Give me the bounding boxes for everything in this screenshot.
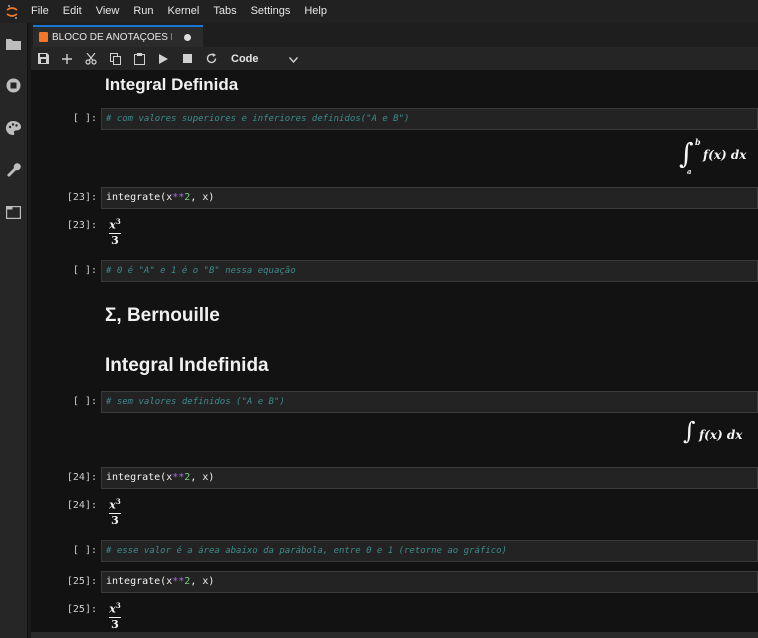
fraction-denominator: 3: [111, 513, 119, 527]
output-fraction: x3 3: [109, 497, 121, 527]
code-comment: # esse valor é a área abaixo da parábola…: [106, 546, 507, 556]
menu-tabs[interactable]: Tabs: [206, 0, 243, 23]
code-rest: , x): [190, 472, 215, 483]
running-kernels-icon[interactable]: [5, 77, 22, 94]
cell-prompt: [ ]:: [72, 396, 97, 407]
tab-bar: BLOCO DE ANOTAÇOES Mo: [31, 23, 758, 47]
notebook-panel: Integral Definida [ ]: # com valores sup…: [31, 71, 758, 638]
code-fn: integrate(: [106, 576, 167, 587]
cell-prompt: [ ]:: [72, 113, 97, 124]
code-op: **: [172, 192, 185, 203]
cell-prompt: [ ]:: [72, 265, 97, 276]
code-cell-comment[interactable]: # sem valores definidos ("A e B"): [101, 391, 758, 413]
cell-prompt: [ ]:: [72, 545, 97, 556]
code-cell-comment[interactable]: # 0 é "A" e 1 é o "B" nessa equação: [101, 260, 758, 282]
menu-settings[interactable]: Settings: [244, 0, 298, 23]
output-fraction: x3 3: [109, 601, 121, 631]
folder-icon[interactable]: [5, 35, 22, 52]
insert-cell-button[interactable]: [55, 47, 79, 70]
stop-button[interactable]: [175, 47, 199, 70]
menu-bar: File Edit View Run Kernel Tabs Settings …: [0, 0, 758, 23]
jupyter-logo-icon: [0, 0, 24, 23]
save-button[interactable]: [31, 47, 55, 70]
left-sidebar: [0, 23, 28, 638]
code-fn: integrate(: [106, 472, 167, 483]
menu-run[interactable]: Run: [126, 0, 160, 23]
code-cell-comment[interactable]: # esse valor é a área abaixo da parábola…: [101, 540, 758, 562]
menu-edit[interactable]: Edit: [56, 0, 89, 23]
integral-upper: b: [695, 137, 701, 147]
integral-sign: ∫: [683, 417, 696, 445]
code-fn: integrate(: [106, 192, 167, 203]
notebook-icon: [39, 32, 48, 42]
integrand: f(x) dx: [699, 428, 743, 442]
menu-kernel[interactable]: Kernel: [161, 0, 207, 23]
menu-view[interactable]: View: [89, 0, 127, 23]
cell-prompt: [24]:: [66, 472, 97, 483]
palette-icon[interactable]: [5, 119, 22, 136]
notebook-toolbar: Code: [31, 47, 758, 71]
integral-sign: ∫: [679, 137, 694, 170]
fraction-numerator: x3: [109, 217, 121, 232]
code-comment: # 0 é "A" e 1 é o "B" nessa equação: [106, 266, 296, 276]
run-button[interactable]: [151, 47, 175, 70]
cut-button[interactable]: [79, 47, 103, 70]
code-cell-comment[interactable]: # com valores superiores e inferiores de…: [101, 108, 758, 130]
chevron-down-icon[interactable]: [288, 50, 299, 68]
code-comment: # com valores superiores e inferiores de…: [106, 114, 410, 124]
heading-integral-indefinida: Integral Indefinida: [105, 355, 269, 376]
code-op: **: [172, 472, 185, 483]
fraction-denominator: 3: [111, 233, 119, 247]
tabs-icon[interactable]: [5, 204, 22, 221]
bottom-edge: [31, 632, 758, 638]
math-definite-integral: ∫ b a f(x) dx: [679, 137, 758, 176]
cell-prompt: [25]:: [66, 576, 97, 587]
code-rest: , x): [190, 576, 215, 587]
output-prompt: [23]:: [66, 220, 97, 231]
heading-bernouille: Σ, Bernouille: [105, 305, 220, 326]
code-cell-integrate[interactable]: integrate(x**2, x): [101, 467, 758, 489]
output-fraction: x3 3: [109, 217, 121, 247]
integral-lower: a: [687, 167, 692, 176]
menu-file[interactable]: File: [24, 0, 56, 23]
unsaved-dot-icon[interactable]: [184, 33, 191, 41]
output-prompt: [25]:: [66, 604, 97, 615]
restart-button[interactable]: [199, 47, 223, 70]
wrench-icon[interactable]: [5, 161, 22, 178]
code-op: **: [172, 576, 185, 587]
cell-type-select[interactable]: Code: [231, 53, 289, 65]
tab-notebook[interactable]: BLOCO DE ANOTAÇOES Mo: [33, 25, 203, 47]
fraction-numerator: x3: [109, 601, 121, 616]
code-comment: # sem valores definidos ("A e B"): [106, 397, 285, 407]
cell-prompt: [23]:: [66, 192, 97, 203]
math-indefinite-integral: ∫ f(x) dx: [683, 417, 758, 451]
tab-title: BLOCO DE ANOTAÇOES Mo: [52, 31, 172, 43]
integrand: f(x) dx: [703, 148, 747, 162]
code-cell-integrate[interactable]: integrate(x**2, x): [101, 571, 758, 593]
code-rest: , x): [190, 192, 215, 203]
heading-integral-definida: Integral Definida: [105, 75, 239, 94]
code-cell-integrate[interactable]: integrate(x**2, x): [101, 187, 758, 209]
paste-button[interactable]: [127, 47, 151, 70]
fraction-denominator: 3: [111, 617, 119, 631]
menu-help[interactable]: Help: [297, 0, 334, 23]
copy-button[interactable]: [103, 47, 127, 70]
fraction-numerator: x3: [109, 497, 121, 512]
output-prompt: [24]:: [66, 500, 97, 511]
